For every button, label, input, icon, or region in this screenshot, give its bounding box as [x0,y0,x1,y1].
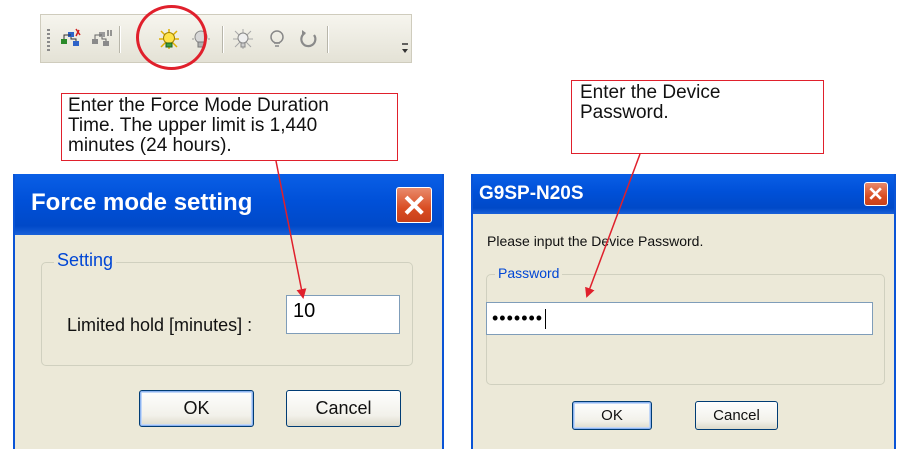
password-mask: ••••••• [492,308,544,328]
ok-button[interactable]: OK [139,390,254,427]
close-icon [404,195,424,215]
toolbar-grip[interactable] [47,29,50,51]
cancel-button[interactable]: Cancel [695,401,778,430]
password-input[interactable]: ••••••• [486,302,873,335]
bulb-off-icon [270,30,284,47]
close-button[interactable] [396,187,432,223]
dialog-title: G9SP-N20S [479,183,584,204]
toolbar-overflow-icon[interactable] [401,43,409,55]
device-password-callout: Enter the Device Password. [571,80,824,154]
ok-button[interactable]: OK [572,401,652,430]
close-icon [869,187,883,201]
password-prompt: Please input the Device Password. [487,233,704,249]
dialog-title: Force mode setting [31,189,253,216]
limited-hold-label: Limited hold [minutes] : [67,315,253,335]
network-online-button[interactable] [57,25,85,53]
network-offline-button[interactable] [87,25,115,53]
dialog-titlebar[interactable]: G9SP-N20S [473,174,894,214]
close-button[interactable] [864,182,888,206]
limited-hold-input[interactable]: 10 [286,295,400,334]
bulb-off-button[interactable] [263,25,291,53]
cancel-button[interactable]: Cancel [286,390,401,427]
toolbar [40,14,412,63]
password-dialog: G9SP-N20S Please input the Device Passwo… [471,174,896,449]
toolbar-separator [222,26,224,53]
force-mode-dialog: Force mode setting Setting Limited hold … [13,174,444,449]
bulb-on-button[interactable] [229,25,257,53]
group-label: Password [495,265,563,281]
toolbar-separator [327,26,329,53]
text-caret [545,309,547,330]
group-label: Setting [54,250,117,271]
force-duration-callout: Enter the Force Mode Duration Time. The … [61,93,398,161]
toolbar-separator [119,26,121,53]
password-groupbox: Password ••••••• [486,265,885,385]
refresh-button[interactable] [295,25,323,53]
highlight-circle [136,5,207,70]
dialog-titlebar[interactable]: Force mode setting [15,174,442,235]
network-online-icon [61,28,81,46]
network-offline-icon [92,30,112,46]
bulb-on-icon [233,29,253,49]
refresh-icon [300,30,317,48]
toolbar-spacer-slot [333,25,361,53]
